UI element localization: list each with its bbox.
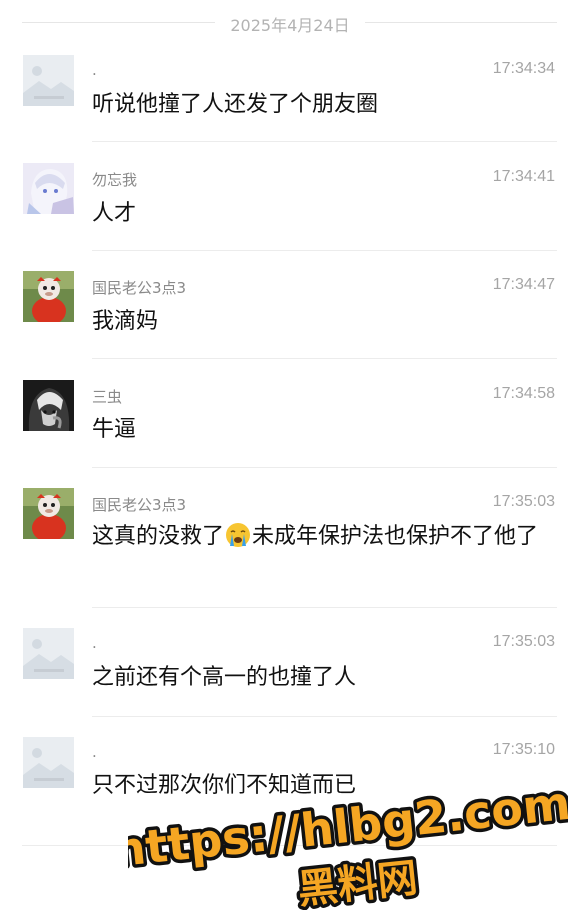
message-separator [92,141,557,142]
avatar-placeholder-image-icon[interactable] [23,737,74,788]
sender-name: 国民老公3点3 [92,279,187,297]
sender-name: . [92,743,97,761]
message-time: 17:35:03 [492,633,555,650]
message-text-part: 这真的没救了 [92,524,225,549]
message-time: 17:35:10 [492,741,555,758]
message-separator [22,845,557,846]
avatar-monkey-icon[interactable] [23,488,74,539]
avatar-placeholder-image-icon[interactable] [23,628,74,679]
message-time: 17:34:34 [492,60,555,77]
date-label: 2025年4月24日 [230,16,350,35]
sender-name: 三虫 [92,388,123,406]
message-separator [92,250,557,251]
message-text: 我滴妈 [92,309,159,334]
divider-line-right [365,22,557,23]
message-time: 17:34:47 [492,276,555,293]
message-separator [92,358,557,359]
avatar-dark-anime-icon[interactable] [23,380,74,431]
message-time: 17:34:41 [492,168,555,185]
message-text: 听说他撞了人还发了个朋友圈 [92,92,379,117]
sender-name: . [92,61,97,79]
message-text: 牛逼 [92,417,137,442]
divider-line-left [22,22,215,23]
sender-name: . [92,634,97,652]
avatar-placeholder-image-icon[interactable] [23,55,74,106]
message-text: 人才 [92,201,137,226]
avatar-monkey-icon[interactable] [23,271,74,322]
sender-name: 勿忘我 [92,171,138,189]
sender-name: 国民老公3点3 [92,496,187,514]
message-separator [92,716,557,717]
message-time: 17:35:03 [492,493,555,510]
date-divider: 2025年4月24日 [0,0,579,46]
message-separator [92,607,557,608]
message-separator [92,467,557,468]
message-text: 这真的没救了 未成年保护法也保护不了他了 [92,520,552,553]
message-time: 17:34:58 [492,385,555,402]
message-text: 之前还有个高一的也撞了人 [92,665,357,690]
message-text: 只不过那次你们不知道而已 [92,773,357,798]
message-text-part: 未成年保护法也保护不了他了 [252,524,539,549]
watermark-site-name: 黑料网 [296,855,420,910]
avatar-anime-character-icon[interactable] [23,163,74,214]
crying-face-emoji-icon [225,522,251,548]
